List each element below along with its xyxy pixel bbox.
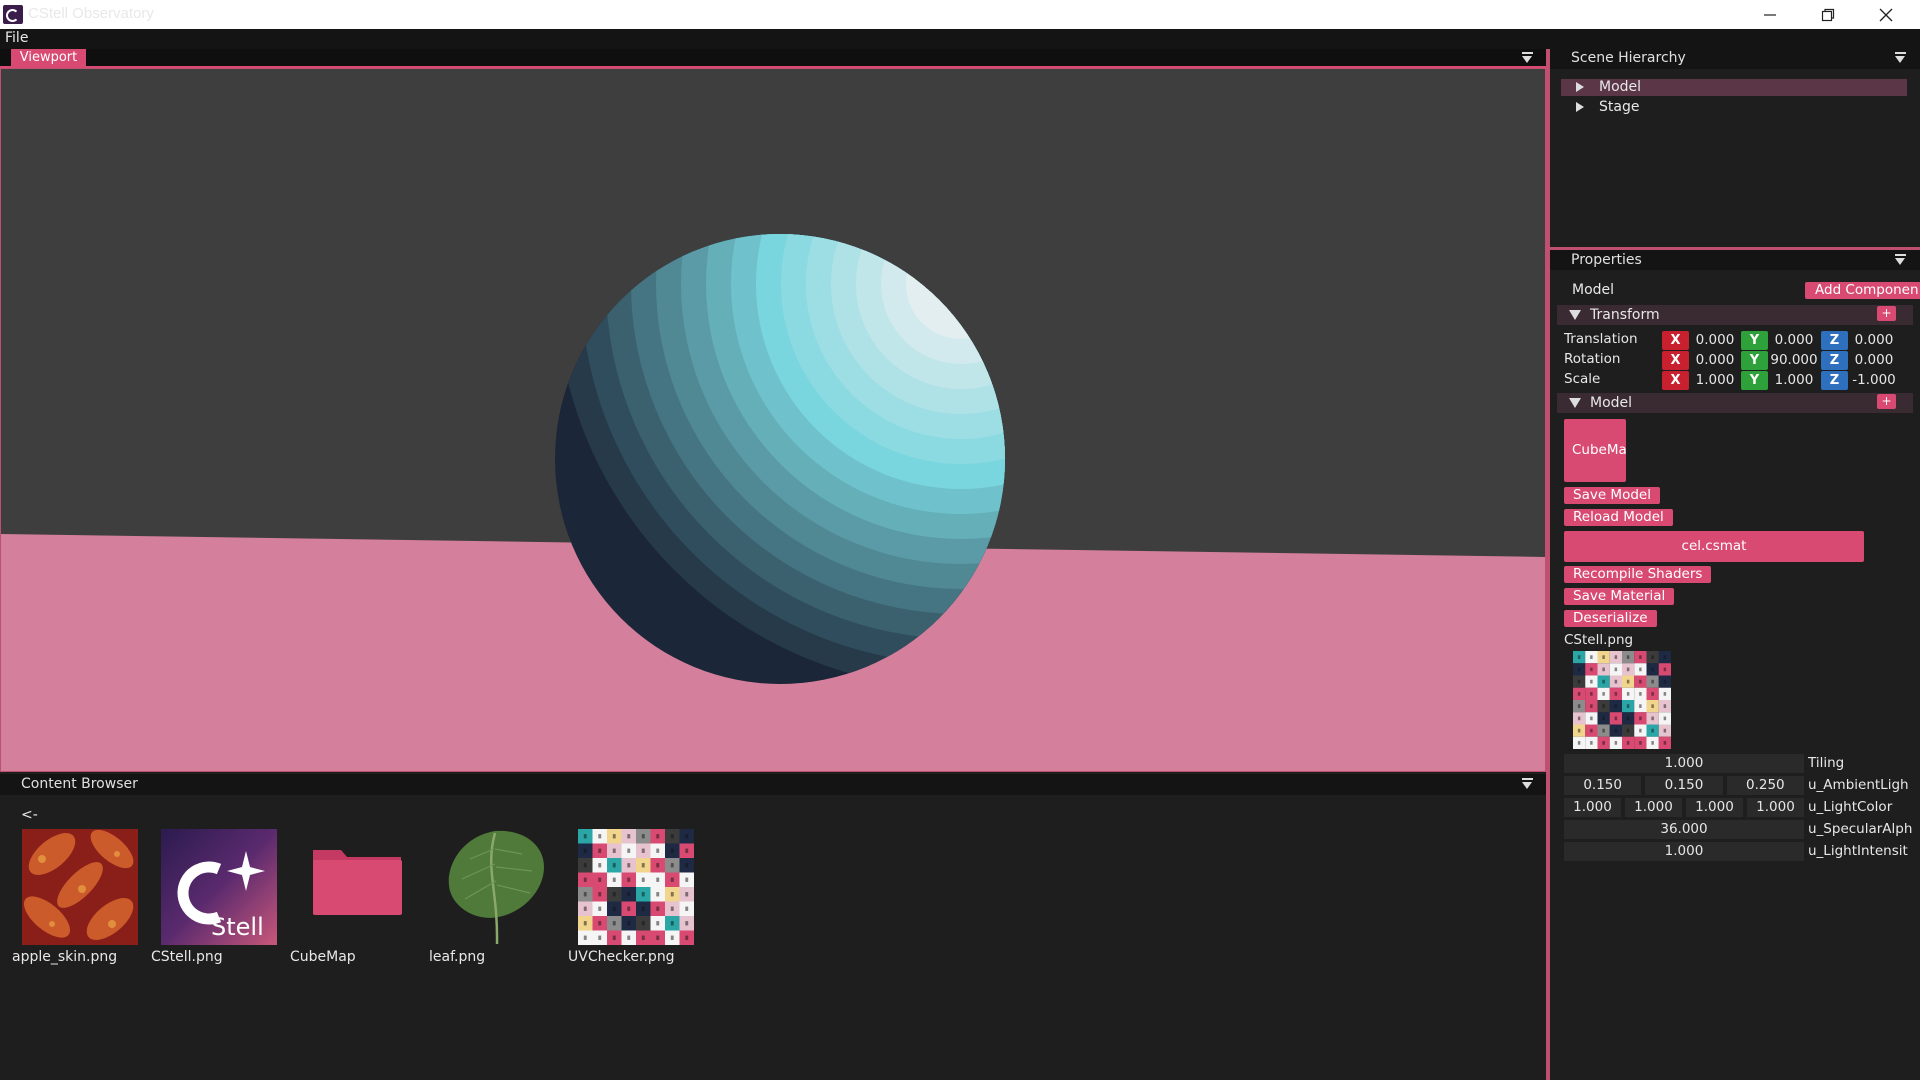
tree-item-label[interactable]: Model bbox=[1599, 79, 1641, 95]
uniform-value-field[interactable]: 0.150 bbox=[1645, 776, 1723, 795]
file-name: CubeMap bbox=[290, 949, 356, 965]
folder-cubemap[interactable] bbox=[301, 829, 417, 945]
transform-z-field[interactable]: 0.000 bbox=[1850, 351, 1898, 370]
axis-x-button[interactable]: X bbox=[1662, 331, 1689, 350]
uniform-value-field[interactable]: 1.000 bbox=[1625, 798, 1682, 817]
cubemap-slot-button[interactable]: CubeMa bbox=[1564, 419, 1626, 482]
uniform-value-field[interactable]: 1.000 bbox=[1747, 798, 1804, 817]
uniform-value-field[interactable]: 1.000 bbox=[1564, 754, 1804, 773]
properties-title: Properties bbox=[1571, 252, 1642, 268]
file-apple-skin[interactable] bbox=[22, 829, 138, 945]
texture-preview[interactable] bbox=[1573, 651, 1671, 749]
model-add-button[interactable]: + bbox=[1877, 394, 1896, 409]
transform-z-field[interactable]: -1.000 bbox=[1850, 371, 1898, 390]
transform-row-label: Scale bbox=[1564, 371, 1601, 387]
save-material-button[interactable]: Save Material bbox=[1564, 588, 1675, 605]
transform-y-field[interactable]: 1.000 bbox=[1770, 371, 1818, 390]
file-name: CStell.png bbox=[151, 949, 223, 965]
transform-x-field[interactable]: 0.000 bbox=[1691, 331, 1739, 350]
close-icon bbox=[1879, 8, 1893, 21]
uv-checker-thumbnail bbox=[578, 829, 694, 945]
axis-x-button[interactable]: X bbox=[1662, 371, 1689, 390]
model-header-label: Model bbox=[1590, 395, 1633, 411]
apple-skin-thumbnail bbox=[22, 829, 138, 945]
uniform-value-field[interactable]: 0.150 bbox=[1564, 776, 1642, 795]
reload-model-button[interactable]: Reload Model bbox=[1564, 509, 1673, 526]
uniform-value-field[interactable]: 1.000 bbox=[1686, 798, 1743, 817]
properties-menu-icon[interactable] bbox=[1895, 254, 1906, 266]
save-model-button[interactable]: Save Model bbox=[1564, 487, 1660, 504]
file-uv-checker[interactable] bbox=[578, 829, 694, 945]
restore-button[interactable] bbox=[1800, 0, 1856, 29]
menu-file[interactable]: File bbox=[5, 30, 28, 46]
expand-arrow-icon[interactable] bbox=[1576, 82, 1584, 92]
transform-x-field[interactable]: 0.000 bbox=[1691, 351, 1739, 370]
tree-item-label[interactable]: Stage bbox=[1599, 99, 1639, 115]
minimize-icon bbox=[1764, 13, 1776, 16]
recompile-shaders-button[interactable]: Recompile Shaders bbox=[1564, 566, 1712, 583]
uniform-value-field[interactable]: 36.000 bbox=[1564, 820, 1804, 839]
uniform-label: u_SpecularAlph bbox=[1808, 821, 1913, 837]
transform-z-field[interactable]: 0.000 bbox=[1850, 331, 1898, 350]
uniform-label: u_LightColor bbox=[1808, 799, 1893, 815]
title-bar bbox=[0, 0, 1920, 29]
texture-checker-preview bbox=[1573, 651, 1671, 749]
entity-name: Model bbox=[1572, 282, 1615, 298]
uniform-value-field[interactable]: 1.000 bbox=[1564, 798, 1621, 817]
scene-hierarchy-menu-icon[interactable] bbox=[1895, 52, 1906, 64]
cstell-logo-text: Stell bbox=[211, 913, 264, 941]
axis-z-button[interactable]: Z bbox=[1821, 371, 1848, 390]
axis-y-button[interactable]: Y bbox=[1741, 351, 1768, 370]
tab-viewport[interactable]: Viewport bbox=[11, 49, 86, 66]
viewport-scene bbox=[1, 69, 1545, 771]
close-button[interactable] bbox=[1858, 0, 1914, 29]
file-leaf[interactable] bbox=[440, 829, 556, 945]
expand-arrow-icon[interactable] bbox=[1576, 102, 1584, 112]
material-file-button[interactable]: cel.csmat bbox=[1564, 531, 1864, 562]
uniform-value-field[interactable]: 1.000 bbox=[1564, 842, 1804, 861]
texture-name: CStell.png bbox=[1564, 632, 1634, 648]
add-component-button[interactable]: Add Componen bbox=[1805, 282, 1920, 299]
file-name: apple_skin.png bbox=[12, 949, 118, 965]
viewport-menu-icon[interactable] bbox=[1522, 52, 1533, 64]
window-title: CStell Observatory bbox=[28, 5, 154, 22]
viewport-canvas[interactable] bbox=[0, 68, 1546, 772]
transform-add-button[interactable]: + bbox=[1877, 306, 1896, 321]
axis-y-button[interactable]: Y bbox=[1741, 331, 1768, 350]
axis-y-button[interactable]: Y bbox=[1741, 371, 1768, 390]
file-name: UVChecker.png bbox=[568, 949, 675, 965]
axis-x-button[interactable]: X bbox=[1662, 351, 1689, 370]
folder-icon bbox=[313, 850, 402, 915]
file-cstell[interactable]: Stell bbox=[161, 829, 277, 945]
uniform-label: u_LightIntensit bbox=[1808, 843, 1908, 859]
uniform-label: Tiling bbox=[1808, 755, 1845, 771]
restore-icon bbox=[1821, 8, 1835, 21]
transform-row-label: Translation bbox=[1564, 331, 1638, 347]
menu-bar bbox=[0, 29, 1920, 49]
content-browser-menu-icon[interactable] bbox=[1522, 778, 1533, 790]
transform-header-label: Transform bbox=[1590, 307, 1660, 323]
axis-z-button[interactable]: Z bbox=[1821, 331, 1848, 350]
back-button[interactable]: <- bbox=[21, 807, 38, 823]
right-dock bbox=[1550, 49, 1920, 1080]
minimize-button[interactable] bbox=[1742, 0, 1798, 29]
transform-x-field[interactable]: 1.000 bbox=[1691, 371, 1739, 390]
transform-y-field[interactable]: 0.000 bbox=[1770, 331, 1818, 350]
app-logo-icon bbox=[3, 5, 23, 24]
leaf-thumbnail bbox=[448, 830, 544, 945]
deserialize-button[interactable]: Deserialize bbox=[1564, 610, 1657, 627]
scene-hierarchy-title: Scene Hierarchy bbox=[1571, 50, 1686, 66]
collapse-arrow-icon[interactable] bbox=[1569, 310, 1581, 320]
uniform-value-field[interactable]: 0.250 bbox=[1726, 776, 1804, 795]
collapse-arrow-icon[interactable] bbox=[1569, 398, 1581, 408]
transform-row-label: Rotation bbox=[1564, 351, 1621, 367]
content-browser-tab-bar bbox=[0, 774, 1546, 795]
content-browser-title: Content Browser bbox=[21, 776, 138, 792]
axis-z-button[interactable]: Z bbox=[1821, 351, 1848, 370]
file-name: leaf.png bbox=[429, 949, 486, 965]
transform-y-field[interactable]: 90.000 bbox=[1770, 351, 1818, 370]
uniform-label: u_AmbientLigh bbox=[1808, 777, 1909, 793]
